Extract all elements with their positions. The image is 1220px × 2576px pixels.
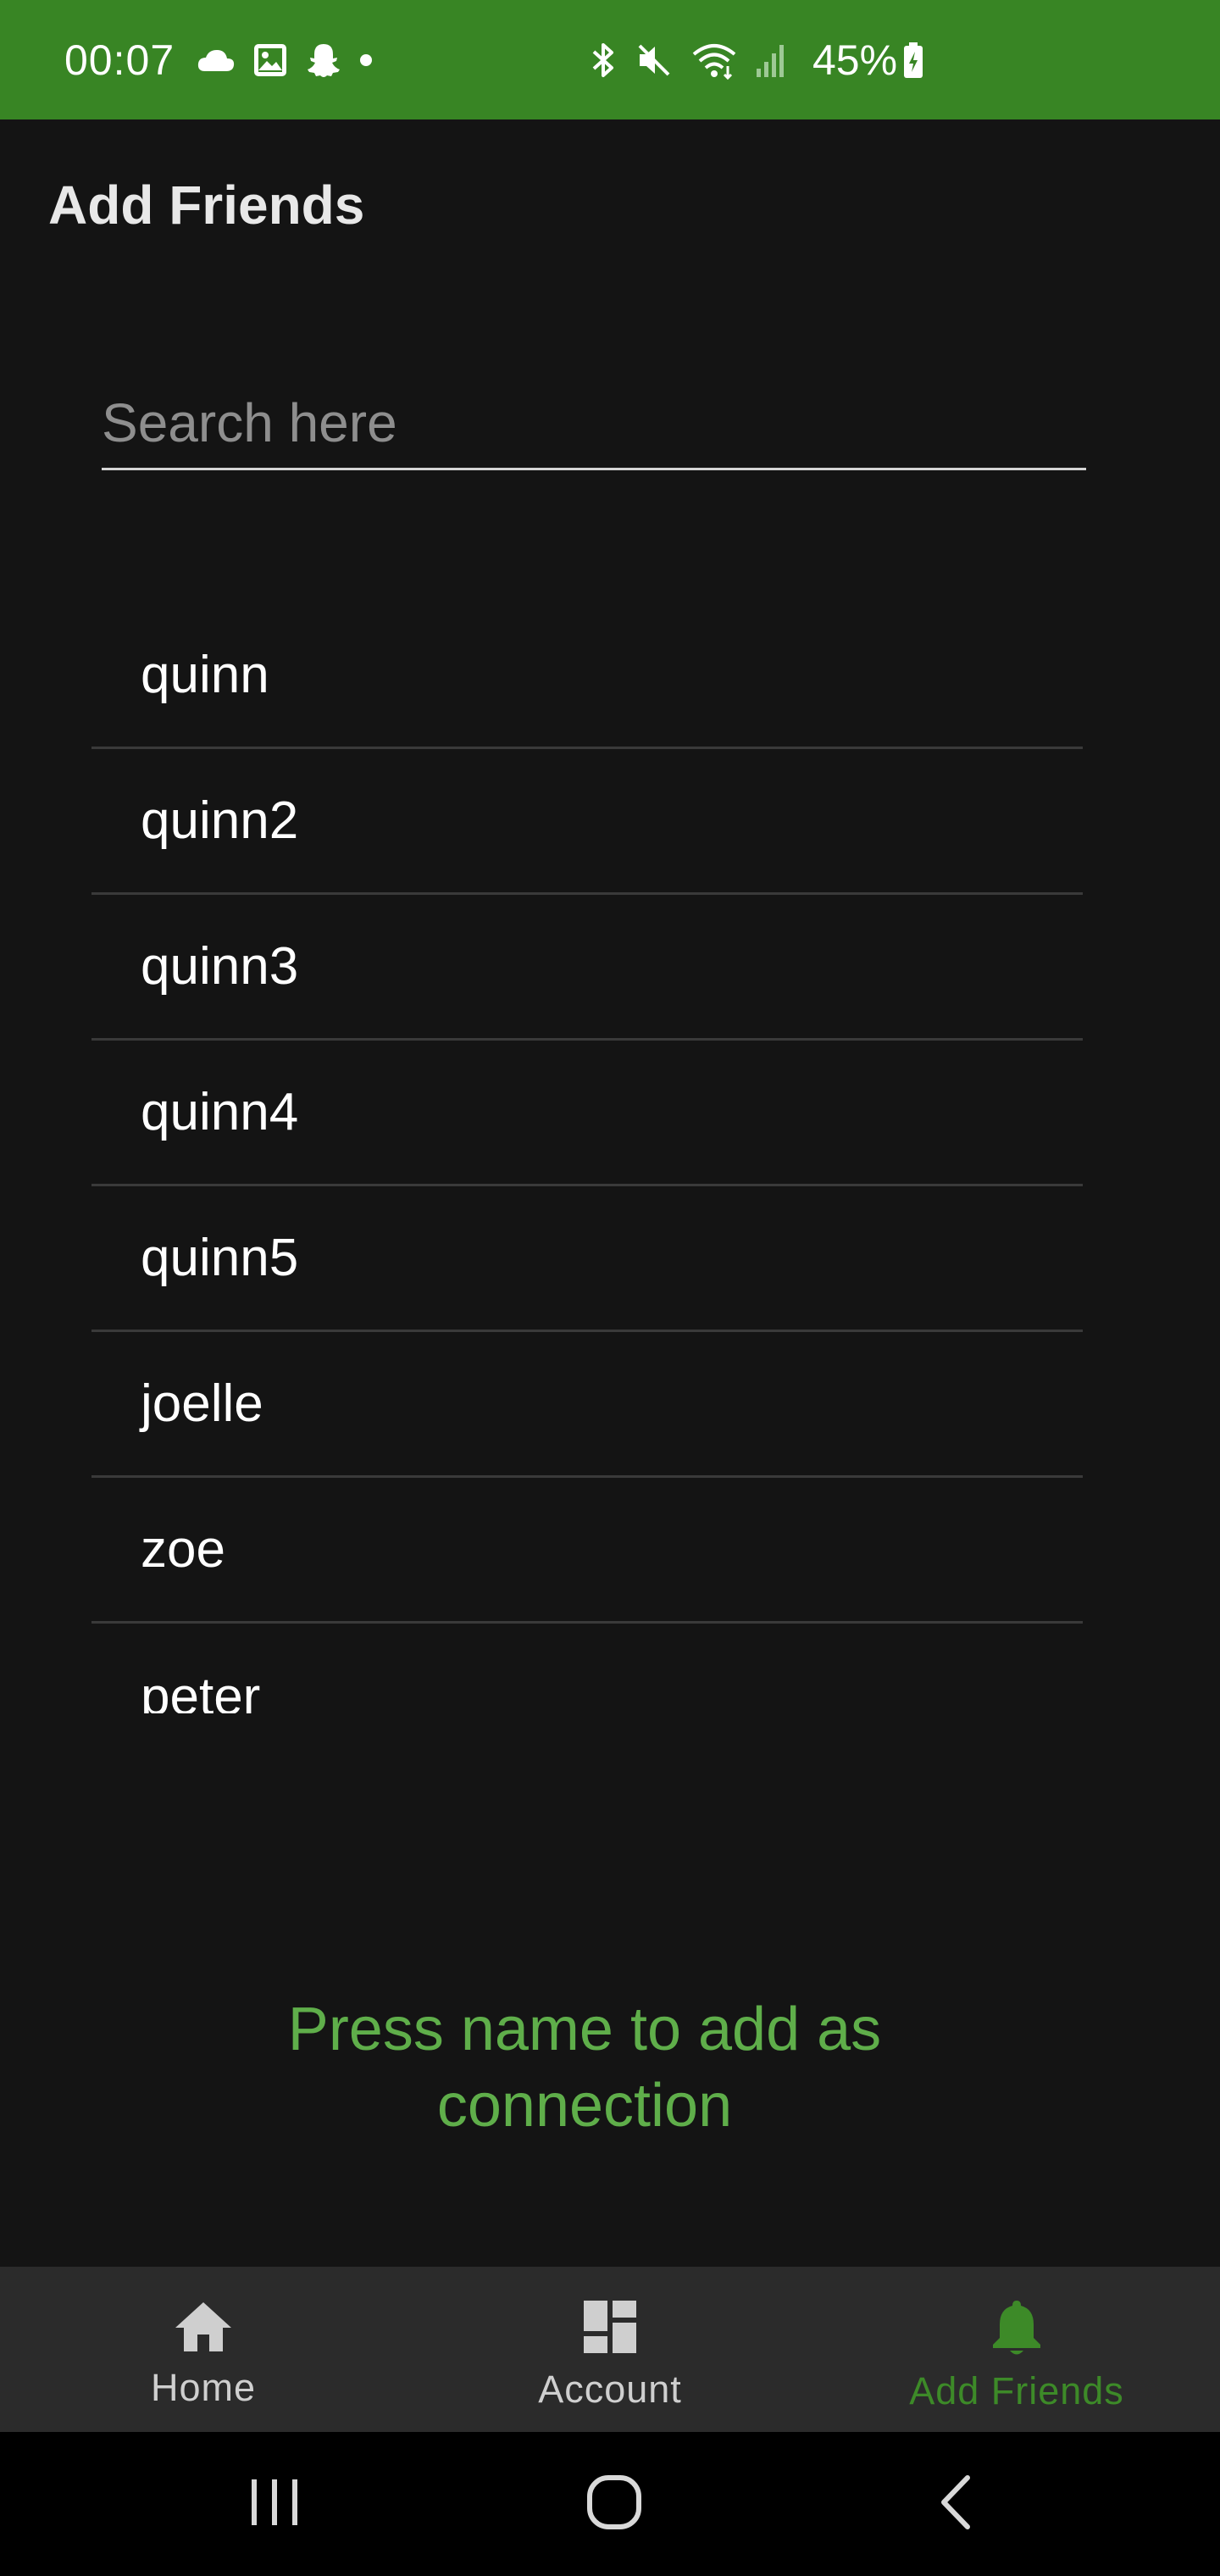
home-icon (172, 2299, 235, 2357)
list-item[interactable]: quinn5 (92, 1186, 1083, 1332)
nav-account[interactable]: Account (407, 2267, 813, 2432)
system-home-button[interactable] (530, 2432, 699, 2576)
system-back-button[interactable] (871, 2432, 1040, 2576)
search-input[interactable] (102, 386, 1086, 470)
home-circle-icon (586, 2474, 642, 2534)
status-icons-right: 45% (589, 0, 941, 119)
mute-icon (635, 41, 674, 80)
status-time: 00:07 (64, 36, 175, 84)
nav-home-label: Home (150, 2366, 257, 2409)
list-item[interactable]: quinn4 (92, 1041, 1083, 1186)
wifi-icon (690, 41, 738, 80)
battery-percent: 45% (812, 36, 898, 84)
nav-home[interactable]: Home (0, 2267, 407, 2432)
system-nav-bar (0, 2432, 1220, 2576)
list-item[interactable]: quinn (92, 603, 1083, 749)
recents-button[interactable] (190, 2432, 359, 2576)
user-list: quinn quinn2 quinn3 quinn4 quinn5 joelle… (92, 603, 1083, 1713)
list-item[interactable]: quinn3 (92, 895, 1083, 1041)
image-icon (252, 42, 288, 78)
nav-add-friends[interactable]: Add Friends (813, 2267, 1220, 2432)
hint-line-2: connection (436, 2072, 733, 2140)
list-item[interactable]: joelle (92, 1332, 1083, 1478)
snapchat-icon (305, 42, 342, 79)
page-title: Add Friends (48, 175, 365, 236)
bell-icon (990, 2299, 1044, 2361)
nav-add-friends-label: Add Friends (909, 2369, 1124, 2412)
dot-icon (359, 53, 373, 67)
recents-icon (248, 2478, 301, 2531)
cloud-icon (197, 47, 236, 73)
list-item[interactable]: peter (92, 1624, 1083, 1714)
signal-icon (755, 42, 789, 79)
status-bar: 00:07 45% (0, 0, 1220, 119)
bluetooth-icon (589, 40, 618, 80)
dashboard-icon (582, 2299, 638, 2359)
back-icon (937, 2474, 974, 2534)
list-item[interactable]: quinn2 (92, 749, 1083, 895)
bottom-nav: Home Account Add Friends (0, 2267, 1220, 2432)
nav-account-label: Account (538, 2368, 682, 2411)
hint-text: Press name to add as connection (0, 1991, 1169, 2144)
battery-icon (902, 42, 924, 79)
hint-line-1: Press name to add as (287, 1996, 882, 2063)
app-screen: 00:07 45% Add Friends Search here quinn … (0, 0, 1220, 2576)
list-item[interactable]: zoe (92, 1478, 1083, 1624)
